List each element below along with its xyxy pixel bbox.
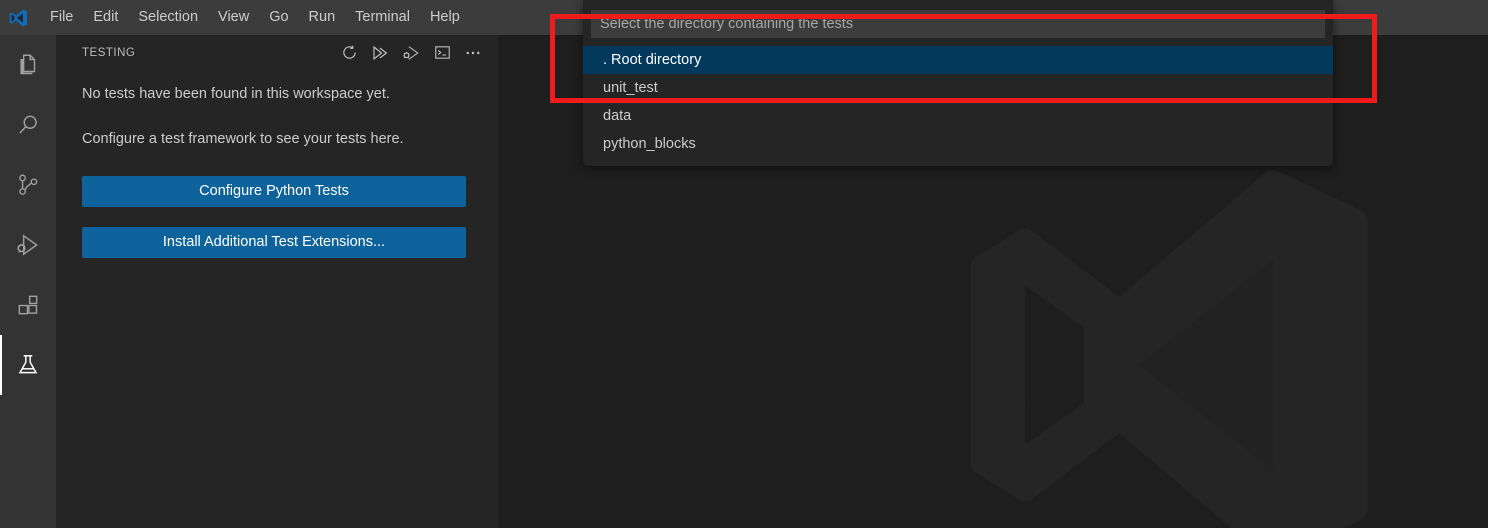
menu-item-run[interactable]: Run [299,0,346,35]
run-all-icon [373,45,388,60]
menu-bar: File Edit Selection View Go Run Terminal… [40,0,470,35]
extensions-icon [18,295,38,315]
sidebar-title: TESTING [82,46,136,59]
menu-item-terminal[interactable]: Terminal [345,0,420,35]
terminal-icon [434,46,450,59]
refresh-tests-button[interactable] [338,42,360,64]
activity-item-run-and-debug[interactable] [0,215,56,275]
menu-item-selection[interactable]: Selection [128,0,208,35]
debug-all-tests-button[interactable] [400,42,422,64]
active-indicator [0,155,2,215]
activity-item-extensions[interactable] [0,275,56,335]
activity-bar [0,35,56,528]
menu-item-view[interactable]: View [208,0,259,35]
run-all-tests-button[interactable] [369,42,391,64]
show-output-button[interactable] [431,42,453,64]
activity-item-testing[interactable] [0,335,56,395]
configure-hint-message: Configure a test framework to see your t… [82,131,404,147]
search-icon [19,115,37,134]
quick-pick-item-unit-test[interactable]: unit_test [583,74,1333,102]
quick-pick-panel: . Root directory unit_test data python_b… [583,0,1333,166]
vscode-logo-icon [9,9,27,26]
activity-item-search[interactable] [0,95,56,155]
menu-item-file[interactable]: File [40,0,83,35]
sidebar-testing-view: TESTING No tests have been found in this… [56,35,498,528]
active-indicator [0,95,2,155]
quick-pick-item-python-blocks[interactable]: python_blocks [583,130,1333,158]
quick-pick-input-wrap [583,0,1333,42]
quick-pick-list: . Root directory unit_test data python_b… [583,42,1333,158]
configure-python-tests-button[interactable]: Configure Python Tests [82,176,466,207]
install-test-extensions-button[interactable]: Install Additional Test Extensions... [82,227,466,258]
vscode-watermark-logo-icon [970,169,1368,528]
files-icon [20,54,36,75]
active-indicator [0,35,2,95]
sidebar-body: No tests have been found in this workspa… [56,84,498,258]
quick-pick-item-data[interactable]: data [583,102,1333,130]
refresh-icon [342,45,356,59]
active-indicator [0,275,2,335]
menu-item-help[interactable]: Help [420,0,470,35]
activity-item-explorer[interactable] [0,35,56,95]
quick-pick-input[interactable] [591,10,1325,38]
sidebar-header: TESTING [56,35,498,70]
menu-item-go[interactable]: Go [259,0,298,35]
activity-item-source-control[interactable] [0,155,56,215]
no-tests-message: No tests have been found in this workspa… [82,86,390,102]
sidebar-actions [338,42,484,64]
more-actions-button[interactable] [462,42,484,64]
active-indicator [0,335,2,395]
quick-pick-item-root-directory[interactable]: . Root directory [583,46,1333,74]
active-indicator [0,215,2,275]
run-and-debug-icon [17,234,38,256]
beaker-icon [18,355,38,374]
vscode-window: File Edit Selection View Go Run Terminal… [0,0,1488,528]
ellipsis-icon [466,51,480,54]
debug-all-icon [403,45,419,60]
menu-item-edit[interactable]: Edit [83,0,128,35]
source-control-icon [19,174,38,195]
